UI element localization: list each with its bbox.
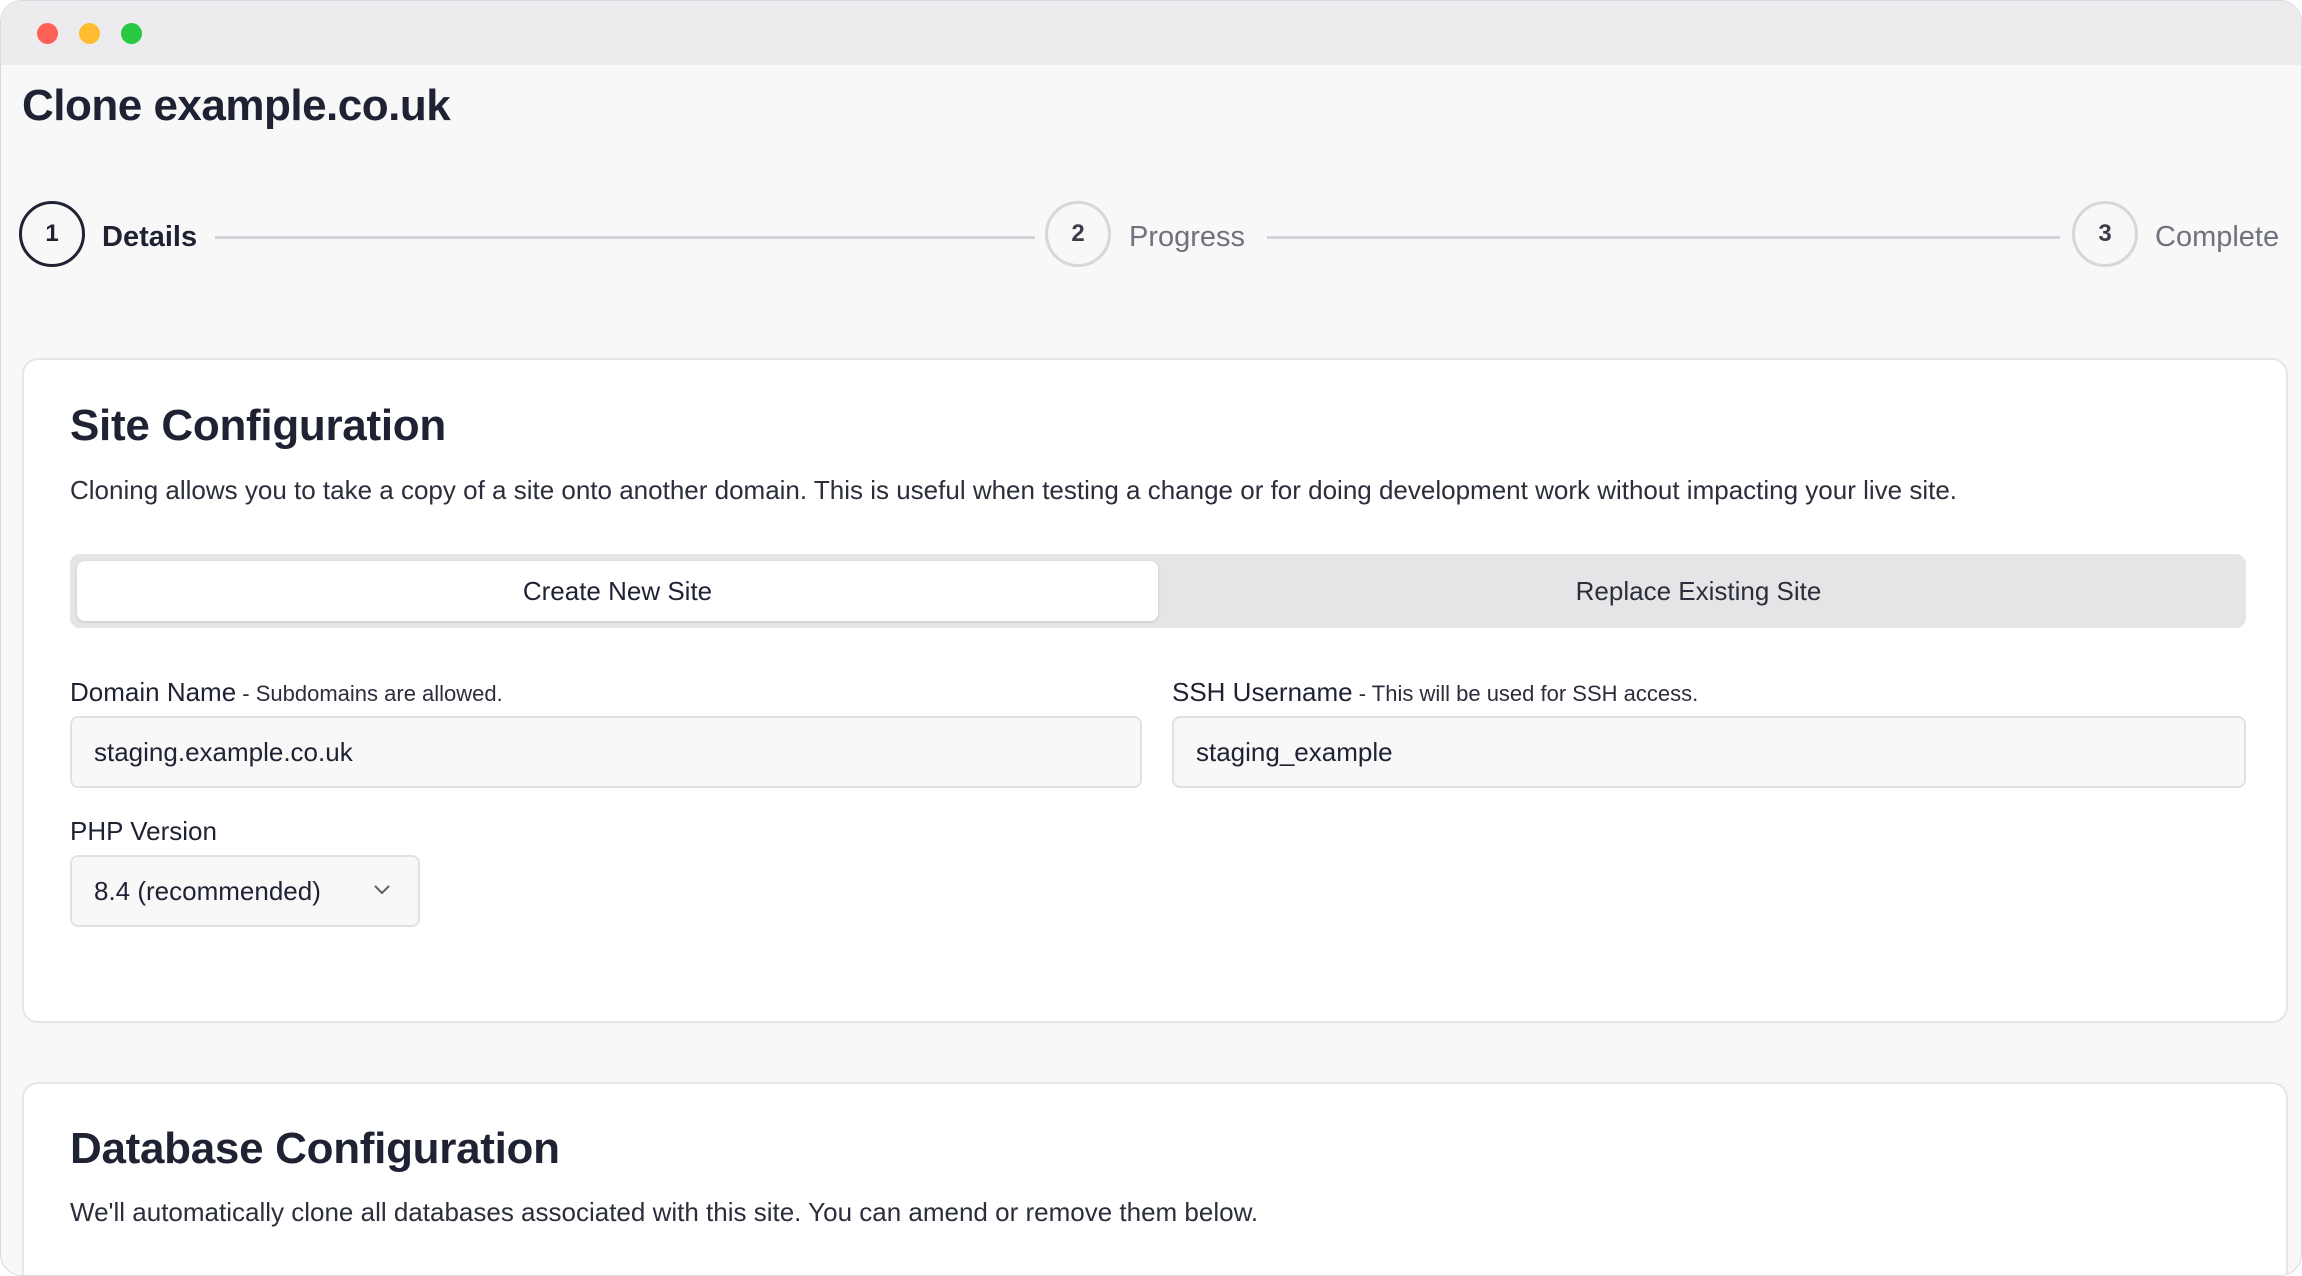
domain-name-hint: - Subdomains are allowed. [236, 681, 503, 706]
page-title: Clone example.co.uk [22, 81, 451, 130]
step-1-label: Details [102, 221, 198, 253]
window-titlebar [1, 1, 2301, 65]
domain-name-label-text: Domain Name [70, 677, 237, 707]
ssh-username-label: SSH Username - This will be used for SSH… [1172, 677, 1698, 708]
step-1-indicator: 1 [19, 201, 85, 267]
php-version-label: PHP Version [70, 816, 217, 846]
step-2-indicator: 2 [1045, 201, 1111, 267]
php-version-value: 8.4 (recommended) [94, 875, 321, 906]
ssh-username-hint: - This will be used for SSH access. [1352, 681, 1699, 706]
domain-name-label: Domain Name - Subdomains are allowed. [70, 677, 503, 708]
chevron-down-icon [374, 885, 390, 894]
ssh-username-label-text: SSH Username [1172, 677, 1353, 707]
replace-existing-site-tab[interactable]: Replace Existing Site [1158, 561, 2239, 621]
database-configuration-card: Database Configuration We'll automatical… [22, 1082, 2288, 1275]
app-window: Clone example.co.uk 1 Details 2 Progress… [0, 0, 2302, 1276]
window-zoom-button[interactable] [121, 23, 142, 44]
window-minimize-button[interactable] [79, 23, 100, 44]
stepper-connector [1267, 236, 2060, 239]
php-version-select[interactable]: 8.4 (recommended) [70, 855, 420, 927]
step-2-label: Progress [1129, 221, 1246, 253]
create-new-site-tab[interactable]: Create New Site [77, 561, 1158, 621]
site-configuration-card: Site Configuration Cloning allows you to… [22, 358, 2288, 1023]
step-3-indicator: 3 [2072, 201, 2138, 267]
database-configuration-title: Database Configuration [70, 1124, 560, 1173]
site-configuration-description: Cloning allows you to take a copy of a s… [70, 475, 1958, 505]
database-configuration-description: We'll automatically clone all databases … [70, 1197, 1259, 1227]
site-configuration-title: Site Configuration [70, 401, 446, 450]
step-3-label: Complete [2155, 221, 2280, 253]
stepper-connector [215, 236, 1035, 239]
ssh-username-input[interactable] [1172, 716, 2246, 788]
domain-name-input[interactable] [70, 716, 1142, 788]
window-close-button[interactable] [37, 23, 58, 44]
clone-mode-toggle: Create New Site Replace Existing Site [70, 554, 2246, 628]
